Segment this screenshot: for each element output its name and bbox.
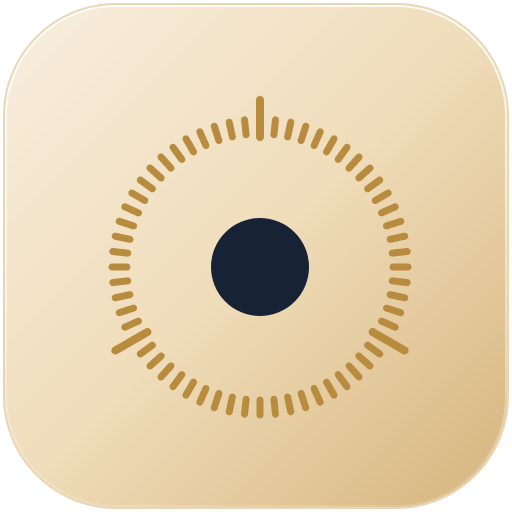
dial-minor-tick (382, 304, 405, 317)
dial-minor-tick (386, 232, 409, 243)
dial-minor-tick (111, 232, 134, 243)
dial-minor-tick (386, 291, 409, 302)
dial-minor-tick (284, 393, 295, 416)
dial-minor-tick (270, 116, 279, 139)
dial-minor-tick (109, 277, 132, 286)
dial-minor-tick (225, 118, 236, 141)
dial-minor-tick (109, 248, 132, 257)
dial-minor-tick (225, 393, 236, 416)
dial-minor-tick (388, 277, 411, 286)
dial-minor-tick (111, 291, 134, 302)
dial-minor-tick (210, 122, 223, 145)
dial-minor-tick (210, 389, 223, 412)
app-icon-stage (0, 0, 512, 512)
dial-minor-tick (297, 389, 310, 412)
dial-minor-tick (382, 217, 405, 230)
dial-minor-tick (115, 217, 138, 230)
center-dot (211, 218, 309, 316)
dial-minor-tick (115, 304, 138, 317)
dial-minor-tick (388, 248, 411, 257)
dial-minor-tick (241, 395, 250, 418)
dial-minor-tick (297, 122, 310, 145)
timer-dial-app-icon (3, 3, 509, 509)
dial-minor-tick (241, 116, 250, 139)
dial-minor-tick (270, 395, 279, 418)
dial-minor-tick (284, 118, 295, 141)
